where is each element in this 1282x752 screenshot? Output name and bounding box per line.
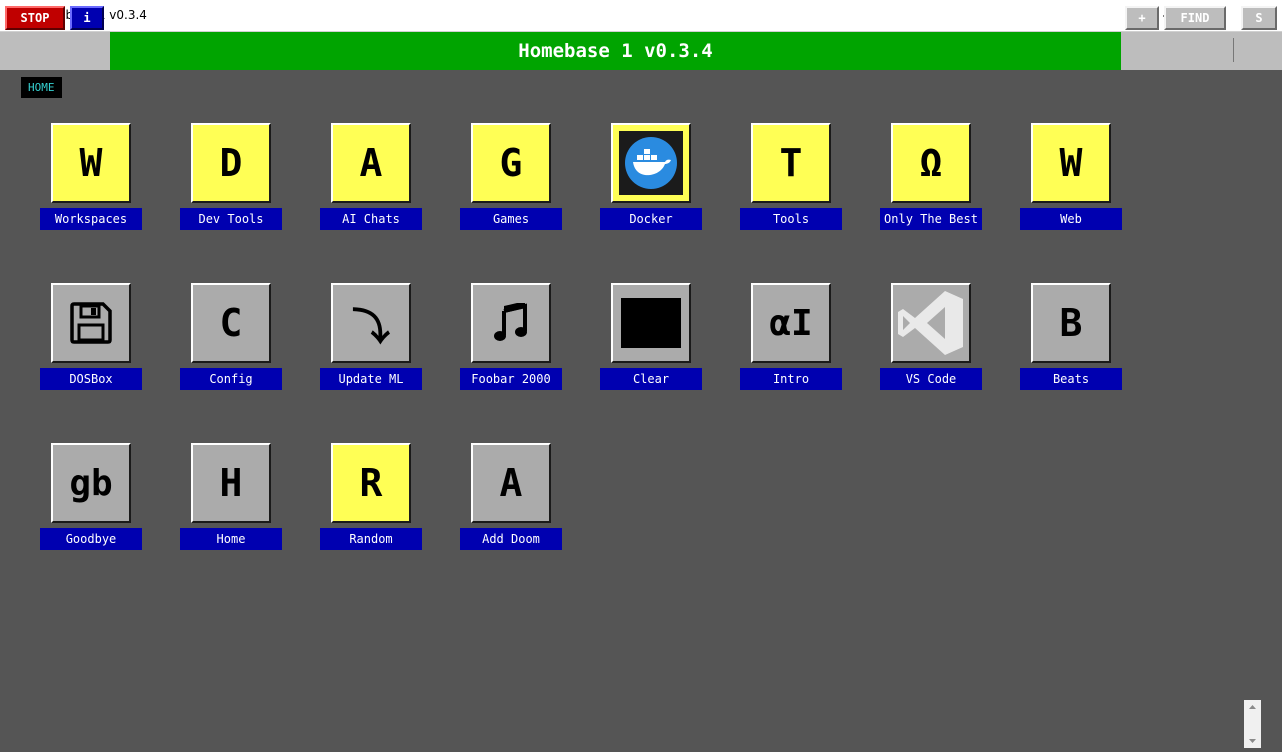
tile-label[interactable]: Workspaces xyxy=(40,208,142,230)
docker-whale-icon[interactable] xyxy=(611,123,691,203)
tile-label[interactable]: Beats xyxy=(1020,368,1122,390)
app-banner-title: Homebase 1 v0.3.4 xyxy=(110,32,1121,70)
tile-label[interactable]: DOSBox xyxy=(40,368,142,390)
tile-glyph[interactable]: Ω xyxy=(891,123,971,203)
black-square-icon[interactable] xyxy=(611,283,691,363)
add-button[interactable]: + xyxy=(1125,6,1159,30)
launcher-tile-beats[interactable]: B Beats xyxy=(1020,283,1160,393)
tile-label[interactable]: Dev Tools xyxy=(180,208,282,230)
title-bar: Homebase 1 v0.3.4 xyxy=(0,0,1282,32)
launcher-tile-vs-code[interactable]: VS Code xyxy=(880,283,1020,393)
tile-label[interactable]: Clear xyxy=(600,368,702,390)
launcher-tile-foobar-2000[interactable]: Foobar 2000 xyxy=(460,283,600,393)
launcher-tile-only-the-best[interactable]: Ω Only The Best xyxy=(880,123,1020,233)
tile-glyph[interactable]: A xyxy=(331,123,411,203)
tile-label[interactable]: Goodbye xyxy=(40,528,142,550)
stop-button[interactable]: STOP xyxy=(5,6,65,30)
launcher-tile-intro[interactable]: αI Intro xyxy=(740,283,880,393)
launcher-tile-update-ml[interactable]: ⤵ Update ML xyxy=(320,283,460,393)
info-button[interactable]: i xyxy=(70,6,104,30)
vertical-scrollbar[interactable] xyxy=(1244,700,1261,748)
floppy-disk-icon[interactable] xyxy=(51,283,131,363)
breadcrumb-home[interactable]: HOME xyxy=(21,77,62,98)
tile-label[interactable]: Foobar 2000 xyxy=(460,368,562,390)
tile-label[interactable]: Games xyxy=(460,208,562,230)
find-button[interactable]: FIND xyxy=(1164,6,1226,30)
tile-glyph[interactable]: A xyxy=(471,443,551,523)
launcher-tile-clear[interactable]: Clear xyxy=(600,283,740,393)
tile-label[interactable]: Web xyxy=(1020,208,1122,230)
tile-label[interactable]: Docker xyxy=(600,208,702,230)
tile-label[interactable]: Add Doom xyxy=(460,528,562,550)
tile-glyph[interactable]: ⤵ xyxy=(331,283,411,363)
tile-label[interactable]: Random xyxy=(320,528,422,550)
launcher-tile-web[interactable]: W Web xyxy=(1020,123,1160,233)
tile-label[interactable]: Tools xyxy=(740,208,842,230)
vscode-icon[interactable] xyxy=(891,283,971,363)
music-note-icon[interactable] xyxy=(471,283,551,363)
tile-label[interactable]: Only The Best xyxy=(880,208,982,230)
s-button[interactable]: S xyxy=(1241,6,1277,30)
tile-glyph[interactable]: T xyxy=(751,123,831,203)
scroll-arrows-icon xyxy=(1249,705,1256,743)
tile-label[interactable]: Update ML xyxy=(320,368,422,390)
tile-glyph[interactable]: W xyxy=(1031,123,1111,203)
launcher-tile-tools[interactable]: T Tools xyxy=(740,123,880,233)
launcher-tile-random[interactable]: R Random xyxy=(320,443,460,553)
launcher-tile-dosbox[interactable]: DOSBox xyxy=(40,283,180,393)
tile-label[interactable]: Config xyxy=(180,368,282,390)
tile-glyph[interactable]: C xyxy=(191,283,271,363)
tile-glyph[interactable]: W xyxy=(51,123,131,203)
launcher-tile-docker[interactable]: Docker xyxy=(600,123,740,233)
tile-glyph[interactable]: αI xyxy=(751,283,831,363)
tile-label[interactable]: Home xyxy=(180,528,282,550)
launcher-tile-home[interactable]: H Home xyxy=(180,443,320,553)
tile-glyph[interactable]: R xyxy=(331,443,411,523)
launcher-tile-dev-tools[interactable]: D Dev Tools xyxy=(180,123,320,233)
launcher-tile-config[interactable]: C Config xyxy=(180,283,320,393)
launcher-tile-games[interactable]: G Games xyxy=(460,123,600,233)
launcher-tile-add-doom[interactable]: A Add Doom xyxy=(460,443,600,553)
launcher-tile-workspaces[interactable]: W Workspaces xyxy=(40,123,180,233)
tile-label[interactable]: VS Code xyxy=(880,368,982,390)
launcher-tile-ai-chats[interactable]: A AI Chats xyxy=(320,123,460,233)
toolbar-separator xyxy=(1233,38,1234,62)
tile-glyph[interactable]: gb xyxy=(51,443,131,523)
launcher-tile-goodbye[interactable]: gb Goodbye xyxy=(40,443,180,553)
tile-glyph[interactable]: D xyxy=(191,123,271,203)
tile-label[interactable]: Intro xyxy=(740,368,842,390)
tile-glyph[interactable]: B xyxy=(1031,283,1111,363)
tile-glyph[interactable]: H xyxy=(191,443,271,523)
tile-label[interactable]: AI Chats xyxy=(320,208,422,230)
tile-glyph[interactable]: G xyxy=(471,123,551,203)
